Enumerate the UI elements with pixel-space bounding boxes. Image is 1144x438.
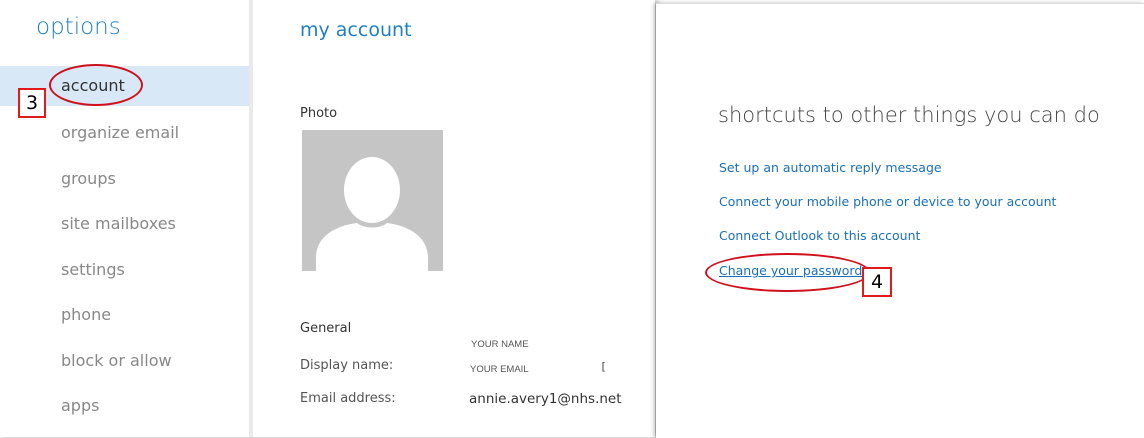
sidebar-item-groups[interactable]: groups <box>0 156 249 202</box>
text-cursor-mark: [ <box>600 360 607 373</box>
auto-reply-link[interactable]: Set up an automatic reply message <box>719 160 942 175</box>
sidebar-item-site-mailboxes[interactable]: site mailboxes <box>0 201 249 247</box>
user-silhouette-icon <box>302 130 443 271</box>
avatar[interactable] <box>302 130 443 271</box>
options-panel: options account organize email groups si… <box>0 0 655 437</box>
step-4-badge: 4 <box>862 267 892 297</box>
change-password-link[interactable]: Change your password <box>719 263 862 278</box>
sidebar-item-block-or-allow[interactable]: block or allow <box>0 338 249 384</box>
sidebar-item-settings[interactable]: settings <box>0 247 249 293</box>
connect-mobile-link[interactable]: Connect your mobile phone or device to y… <box>719 194 1056 209</box>
sidebar-item-phone[interactable]: phone <box>0 292 249 338</box>
shortcuts-panel <box>656 3 1144 438</box>
email-address-label: Email address: <box>300 391 396 406</box>
options-title: options <box>36 14 121 40</box>
name-placeholder-text: YOUR NAME <box>471 339 529 350</box>
connect-outlook-link[interactable]: Connect Outlook to this account <box>719 228 920 243</box>
general-section-label: General <box>300 321 352 336</box>
sidebar-item-apps[interactable]: apps <box>0 383 249 429</box>
email-placeholder-text: YOUR EMAIL <box>470 364 529 375</box>
display-name-label: Display name: <box>300 358 394 373</box>
sidebar-divider <box>249 0 253 437</box>
sidebar: options account organize email groups si… <box>0 0 249 437</box>
email-address-value: annie.avery1@nhs.net <box>469 391 622 407</box>
photo-label: Photo <box>300 106 338 121</box>
step-3-badge: 3 <box>18 88 46 118</box>
sidebar-nav: account organize email groups site mailb… <box>0 66 249 429</box>
shortcuts-title: shortcuts to other things you can do <box>718 103 1100 127</box>
page-title: my account <box>300 19 412 41</box>
